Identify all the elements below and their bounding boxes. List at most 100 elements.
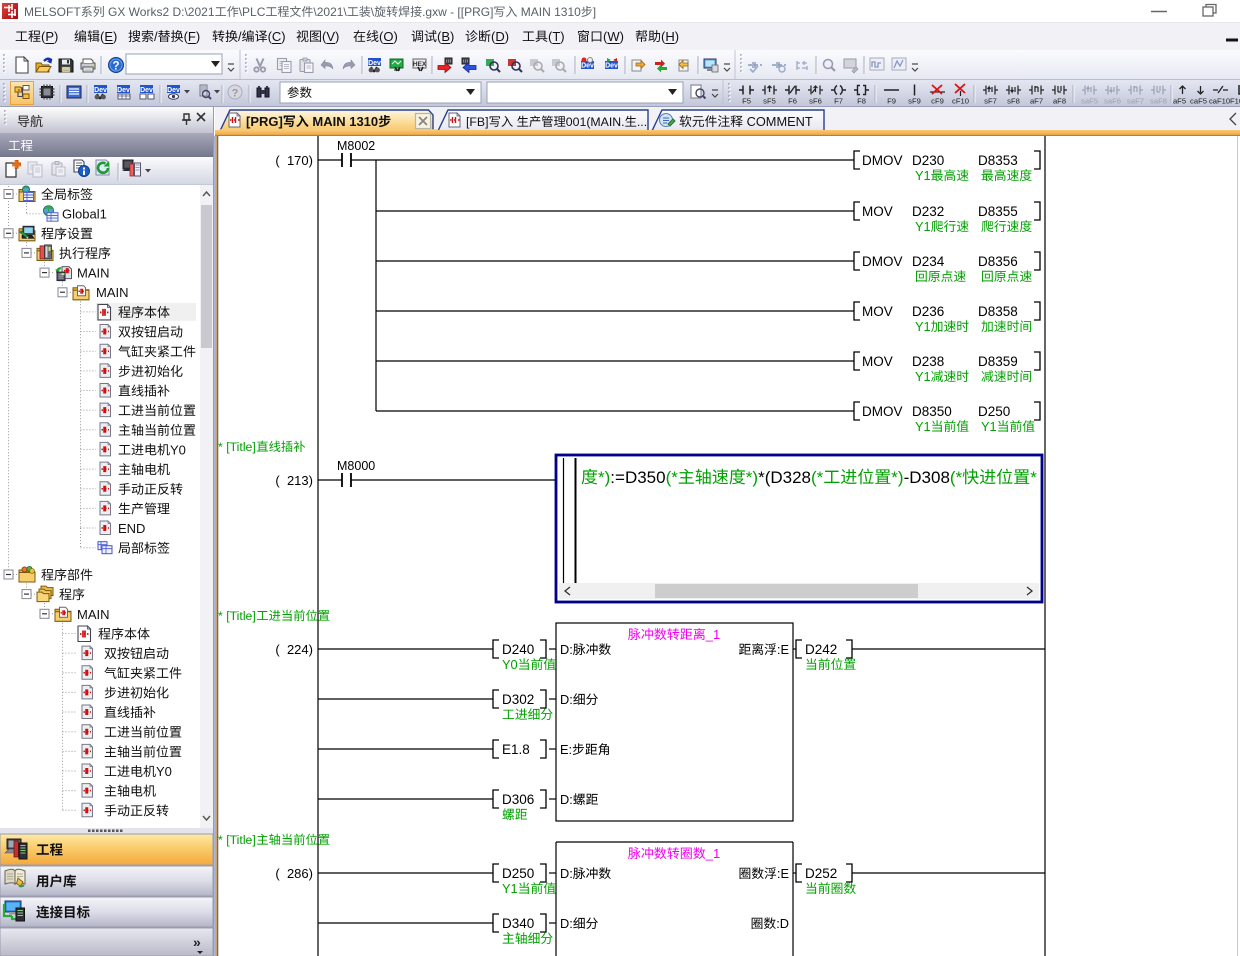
svg-text:001(MAIN.: 001(MAIN.: [566, 115, 625, 129]
svg-text:MOV: MOV: [862, 204, 893, 219]
svg-text:( 213): ( 213): [275, 473, 313, 488]
svg-text:Y1: Y1: [981, 419, 997, 434]
svg-text:Y0: Y0: [502, 657, 518, 672]
svg-text:E:: E:: [560, 742, 572, 757]
svg-text:Y1: Y1: [915, 419, 931, 434]
svg-text:Y1: Y1: [915, 369, 931, 384]
svg-text:sF8: sF8: [1007, 97, 1020, 106]
svg-text:D8358: D8358: [978, 304, 1018, 319]
svg-text:saF7: saF7: [1127, 97, 1144, 106]
svg-text:?: ?: [112, 61, 119, 73]
svg-text:D:: D:: [560, 916, 573, 931]
svg-text:[PRG]: [PRG]: [246, 114, 283, 129]
svg-text:F6: F6: [788, 97, 797, 106]
svg-text:saF5: saF5: [1081, 97, 1098, 106]
svg-text:E1.8: E1.8: [502, 742, 530, 757]
svg-text:MAIN 1310: MAIN 1310: [521, 5, 581, 19]
svg-text:* [Title]: * [Title]: [218, 833, 256, 847]
svg-text:F7: F7: [834, 97, 843, 106]
svg-text:MOV: MOV: [862, 304, 893, 319]
svg-text:(E): (E): [100, 29, 117, 44]
svg-text:D230: D230: [912, 153, 944, 168]
svg-text:D340: D340: [502, 916, 534, 931]
svg-text:cF10: cF10: [952, 97, 969, 106]
svg-text:Y1: Y1: [915, 168, 931, 183]
svg-text:D238: D238: [912, 354, 944, 369]
svg-text:sF6: sF6: [809, 97, 822, 106]
svg-text:D242: D242: [805, 642, 837, 657]
svg-text:( 224): ( 224): [275, 642, 313, 657]
svg-text:M8002: M8002: [337, 139, 375, 153]
svg-text::E: :E: [777, 866, 789, 881]
svg-text:MAIN: MAIN: [96, 285, 129, 300]
svg-text:F8: F8: [857, 97, 866, 106]
svg-text:F5: F5: [742, 97, 751, 106]
svg-text:D252: D252: [805, 866, 837, 881]
svg-text:[FB]: [FB]: [466, 115, 489, 129]
svg-text:(*: (*: [666, 468, 679, 487]
svg-text:aF5: aF5: [1173, 97, 1186, 106]
svg-text:(P): (P): [41, 29, 58, 44]
svg-text:cF9: cF9: [931, 97, 944, 106]
svg-text:D234: D234: [912, 254, 945, 269]
svg-text:MELSOFT: MELSOFT: [24, 5, 81, 19]
svg-text:HEX: HEX: [413, 61, 427, 68]
svg-text:saF8: saF8: [1150, 97, 1167, 106]
svg-text:sF9: sF9: [908, 97, 921, 106]
svg-text:D:: D:: [560, 692, 573, 707]
svg-text:MAIN: MAIN: [77, 266, 110, 281]
svg-text:DMOV: DMOV: [862, 153, 903, 168]
svg-text:(F): (F): [184, 29, 201, 44]
svg-text:( 170): ( 170): [275, 153, 313, 168]
svg-text:D8350: D8350: [912, 404, 952, 419]
svg-text:aF8: aF8: [1053, 97, 1066, 106]
svg-text:...: ...: [637, 115, 647, 129]
svg-text:Dev: Dev: [581, 63, 594, 70]
svg-text::E: :E: [777, 642, 789, 657]
svg-text:COMMENT: COMMENT: [747, 114, 813, 129]
svg-text:caF10: caF10: [1209, 97, 1230, 106]
svg-text:sF5: sF5: [763, 97, 776, 106]
svg-text:/: /: [154, 29, 158, 44]
svg-text:GX Works2 D:\2021: GX Works2 D:\2021: [108, 5, 215, 19]
svg-text:saF6: saF6: [1104, 97, 1121, 106]
svg-text:*(D328: *(D328: [758, 468, 811, 487]
svg-text:(*: (*: [950, 468, 963, 487]
svg-text:_1: _1: [705, 846, 720, 861]
svg-text:(W): (W): [603, 29, 624, 44]
svg-text:MAIN: MAIN: [77, 607, 110, 622]
svg-text:D232: D232: [912, 204, 944, 219]
svg-text:Dev: Dev: [94, 87, 107, 94]
svg-text:F10: F10: [1230, 97, 1240, 106]
svg-text:(B): (B): [437, 29, 454, 44]
svg-text:aF7: aF7: [1030, 97, 1043, 106]
svg-text:M8000: M8000: [337, 459, 375, 473]
svg-text::D: :D: [776, 916, 789, 931]
svg-text:D:: D:: [560, 642, 573, 657]
svg-text:D8359: D8359: [978, 354, 1018, 369]
svg-text:(C): (C): [268, 29, 286, 44]
svg-text:(V): (V): [322, 29, 339, 44]
svg-text:D302: D302: [502, 692, 534, 707]
svg-text:MAIN 1310: MAIN 1310: [312, 114, 378, 129]
svg-text:Dev: Dev: [368, 60, 381, 67]
svg-text:Dev: Dev: [605, 63, 618, 70]
svg-text:D8353: D8353: [978, 153, 1018, 168]
svg-text:MOV: MOV: [862, 354, 893, 369]
svg-text:*): *): [891, 468, 903, 487]
svg-text:.gxw - [[PRG]: .gxw - [[PRG]: [422, 5, 493, 19]
svg-text:Dev: Dev: [140, 87, 153, 94]
svg-text:»: »: [193, 934, 201, 950]
svg-text:\PLC: \PLC: [239, 5, 266, 19]
svg-text::=D350: :=D350: [610, 468, 665, 487]
svg-text:D250: D250: [978, 404, 1010, 419]
svg-text:END: END: [118, 521, 145, 536]
svg-text:F9: F9: [887, 97, 896, 106]
svg-text:(H): (H): [661, 29, 679, 44]
svg-text:D306: D306: [502, 792, 534, 807]
svg-text:DMOV: DMOV: [862, 404, 903, 419]
svg-text:_1: _1: [705, 627, 720, 642]
svg-text:(*: (*: [811, 468, 824, 487]
svg-text:* [Title]: * [Title]: [218, 440, 256, 454]
svg-text:DMOV: DMOV: [862, 254, 903, 269]
